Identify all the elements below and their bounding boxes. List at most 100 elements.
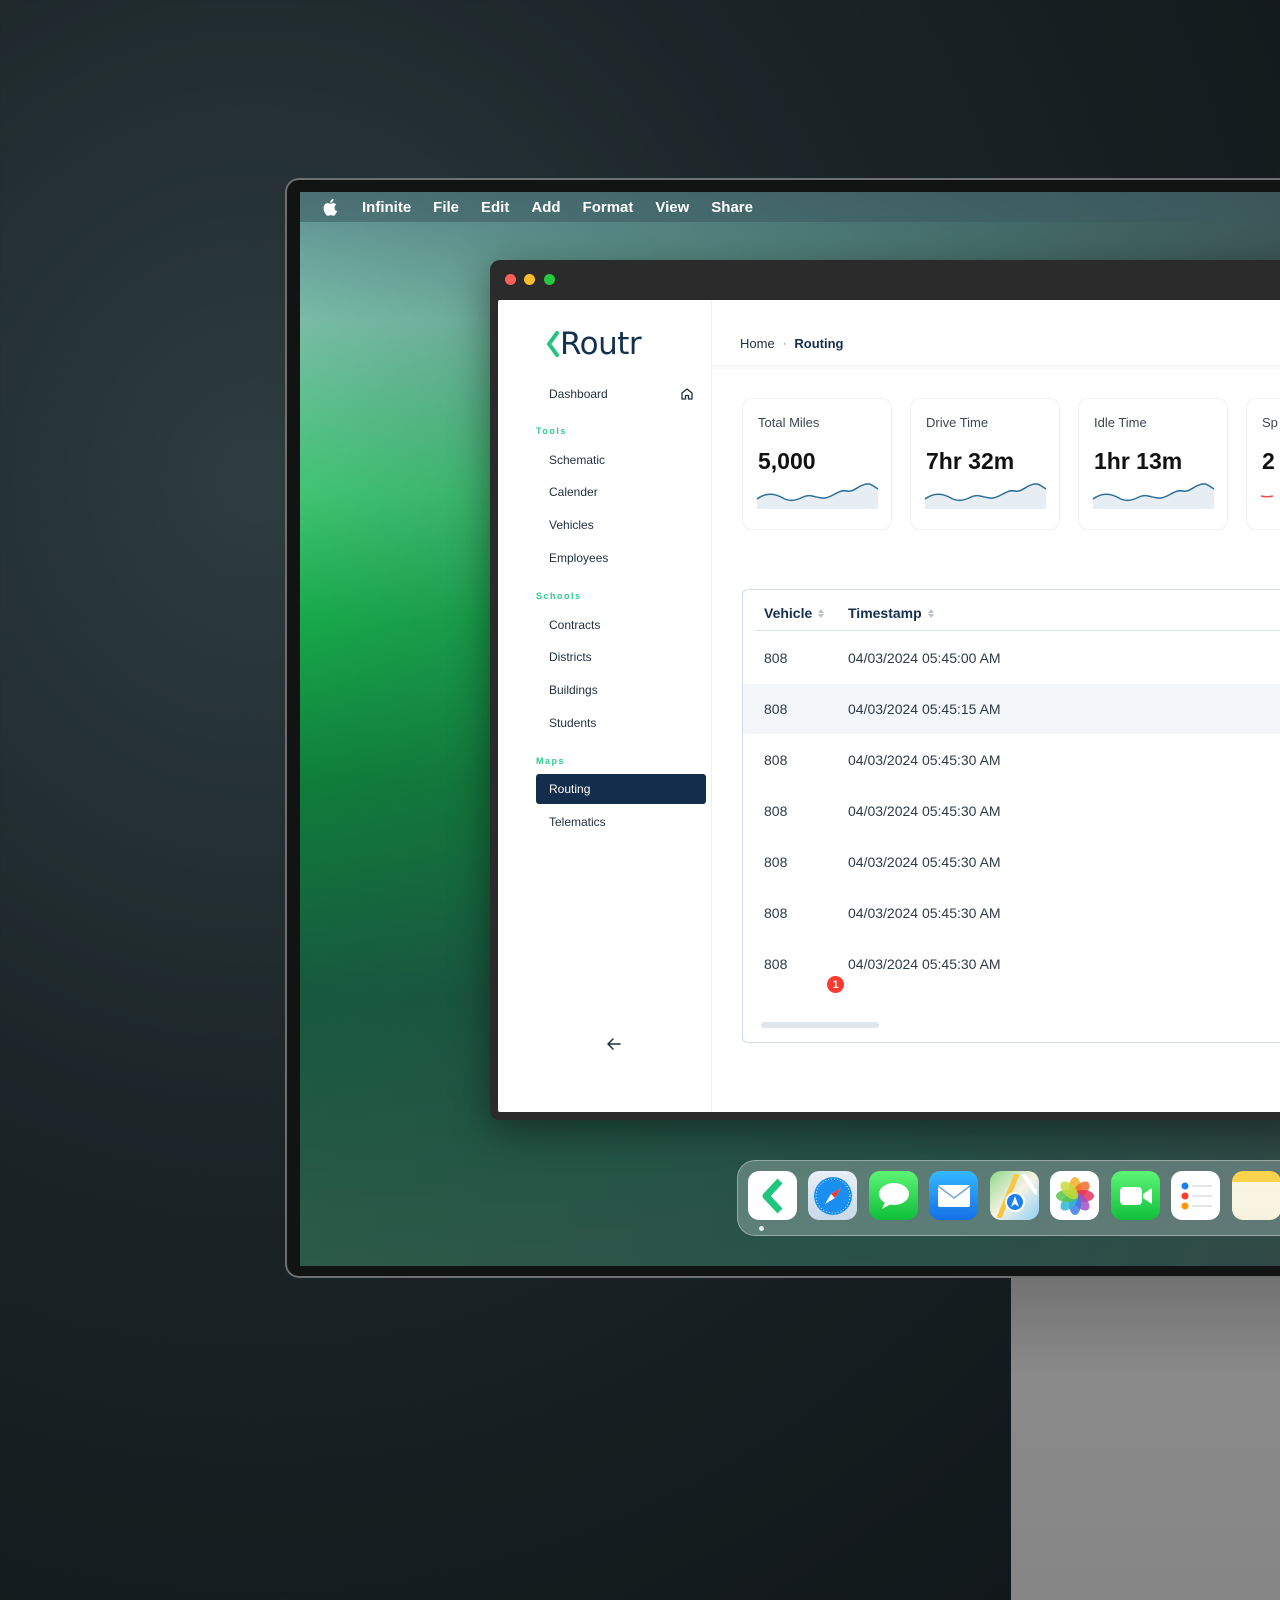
- telemetry-table: Vehicle Timestamp 808 04/03/2024 05:45:00…: [742, 589, 1280, 1043]
- column-header-label: Timestamp: [848, 605, 922, 621]
- table-header-divider: [755, 630, 1280, 631]
- breadcrumb-home[interactable]: Home: [740, 336, 775, 351]
- sidebar-item-routing[interactable]: Routing: [536, 774, 706, 804]
- header-divider: [712, 365, 1280, 371]
- menu-add[interactable]: Add: [531, 199, 560, 216]
- sort-icon[interactable]: [818, 608, 825, 618]
- menu-view[interactable]: View: [655, 199, 689, 216]
- cell-vehicle: 808: [764, 752, 788, 768]
- cell-vehicle: 808: [764, 956, 788, 972]
- section-maps: Maps: [536, 756, 566, 766]
- stat-card-speed[interactable]: Sp 2: [1246, 398, 1280, 530]
- cell-timestamp: 04/03/2024 05:45:30 AM: [848, 803, 1001, 819]
- monitor-stand: [1011, 1277, 1280, 1600]
- reminders-icon[interactable]: [1171, 1171, 1220, 1220]
- menu-app-name[interactable]: Infinite: [362, 199, 411, 216]
- sidebar-item-label: Students: [549, 716, 597, 730]
- sidebar-item-label: Contracts: [549, 618, 601, 632]
- table-row[interactable]: 808 04/03/2024 05:45:30 AM: [743, 939, 1280, 989]
- sidebar-item-label: Calender: [549, 485, 598, 499]
- stat-card-idle-time[interactable]: Idle Time 1hr 13m: [1078, 398, 1228, 530]
- safari-icon[interactable]: [808, 1171, 857, 1220]
- sort-icon[interactable]: [927, 608, 934, 618]
- stat-card-label: Total Miles: [758, 415, 820, 430]
- sidebar-item-label: Dashboard: [549, 387, 608, 401]
- menu-format[interactable]: Format: [583, 199, 634, 216]
- sparkline: [1092, 483, 1215, 509]
- maps-icon[interactable]: [990, 1171, 1039, 1220]
- cell-timestamp: 04/03/2024 05:45:30 AM: [848, 905, 1001, 921]
- routr-icon[interactable]: [748, 1171, 797, 1220]
- sidebar-item-contracts[interactable]: Contracts: [536, 610, 706, 640]
- cell-timestamp: 04/03/2024 05:45:00 AM: [848, 650, 1001, 666]
- sidebar-item-buildings[interactable]: Buildings: [536, 675, 706, 705]
- stat-card-total-miles[interactable]: Total Miles 5,000: [742, 398, 892, 530]
- cell-timestamp: 04/03/2024 05:45:30 AM: [848, 956, 1001, 972]
- routr-logo[interactable]: Routr: [546, 326, 642, 362]
- sidebar-item-label: Vehicles: [549, 518, 594, 532]
- facetime-icon[interactable]: [1111, 1171, 1160, 1220]
- stat-card-value: 7hr 32m: [926, 448, 1015, 474]
- cell-timestamp: 04/03/2024 05:45:15 AM: [848, 701, 1001, 717]
- menu-bar: Infinite File Edit Add Format View Share: [300, 192, 1280, 222]
- menu-share[interactable]: Share: [711, 199, 753, 216]
- messages-icon[interactable]: [869, 1171, 918, 1220]
- sidebar-item-label: Telematics: [549, 815, 606, 829]
- sparkline: [924, 483, 1047, 509]
- sidebar-item-students[interactable]: Students: [536, 708, 706, 738]
- sidebar-item-vehicles[interactable]: Vehicles: [536, 510, 706, 540]
- close-button[interactable]: [505, 274, 516, 285]
- sidebar-item-schematic[interactable]: Schematic: [536, 445, 706, 475]
- menu-file[interactable]: File: [433, 199, 459, 216]
- breadcrumb-separator: ·: [782, 337, 787, 350]
- cell-vehicle: 808: [764, 854, 788, 870]
- sidebar-item-label: Employees: [549, 551, 609, 565]
- column-header-label: Vehicle: [764, 605, 813, 621]
- cell-timestamp: 04/03/2024 05:45:30 AM: [848, 752, 1001, 768]
- notes-icon[interactable]: [1232, 1171, 1280, 1220]
- stat-card-value: 5,000: [758, 448, 816, 474]
- column-header-vehicle[interactable]: Vehicle: [764, 605, 825, 621]
- mail-icon[interactable]: [929, 1171, 978, 1220]
- zoom-button[interactable]: [544, 274, 555, 285]
- table-row[interactable]: 808 04/03/2024 05:45:30 AM: [743, 735, 1280, 785]
- stat-card-label: Drive Time: [926, 415, 989, 430]
- collapse-sidebar-button[interactable]: [606, 1037, 622, 1056]
- sidebar-item-employees[interactable]: Employees: [536, 543, 706, 573]
- home-icon: [681, 388, 693, 400]
- arrow-left-icon: [607, 1038, 621, 1050]
- logo-chevron-icon: [547, 331, 559, 357]
- table-row[interactable]: 808 04/03/2024 05:45:15 AM: [743, 684, 1280, 734]
- breadcrumb: Home · Routing: [740, 336, 843, 351]
- sidebar-item-calender[interactable]: Calender: [536, 477, 706, 507]
- sidebar-item-districts[interactable]: Districts: [536, 642, 706, 672]
- horizontal-scrollbar[interactable]: [761, 1022, 879, 1028]
- photos-icon[interactable]: [1050, 1171, 1099, 1220]
- stat-card-value: 1hr 13m: [1094, 448, 1183, 474]
- table-row[interactable]: 808 04/03/2024 05:45:00 AM: [743, 633, 1280, 683]
- stat-card-label: Idle Time: [1094, 415, 1147, 430]
- cell-vehicle: 808: [764, 905, 788, 921]
- table-row[interactable]: 808 04/03/2024 05:45:30 AM: [743, 837, 1280, 887]
- logo-text: Routr: [560, 326, 642, 362]
- column-header-timestamp[interactable]: Timestamp: [848, 605, 934, 621]
- menu-edit[interactable]: Edit: [481, 199, 509, 216]
- sidebar-item-label: Buildings: [549, 683, 598, 697]
- apple-icon[interactable]: [322, 198, 340, 216]
- sidebar-item-label: Districts: [549, 650, 592, 664]
- sparkline: [756, 483, 879, 509]
- sparkline: [1260, 495, 1274, 498]
- cell-vehicle: 808: [764, 650, 788, 666]
- stat-card-drive-time[interactable]: Drive Time 7hr 32m: [910, 398, 1060, 530]
- sidebar-item-telematics[interactable]: Telematics: [536, 807, 706, 837]
- notification-badge: 1: [826, 975, 845, 994]
- table-row[interactable]: 808 04/03/2024 05:45:30 AM: [743, 786, 1280, 836]
- cell-vehicle: 808: [764, 803, 788, 819]
- main-content: Home · Routing Total Miles 5,000 Drive T…: [712, 300, 1280, 1112]
- section-schools: Schools: [536, 591, 582, 601]
- sidebar-item-label: Routing: [549, 782, 591, 796]
- table-row[interactable]: 808 04/03/2024 05:45:30 AM: [743, 888, 1280, 938]
- sidebar-item-dashboard[interactable]: Dashboard: [536, 379, 706, 409]
- desktop-screen: Infinite File Edit Add Format View Share…: [300, 192, 1280, 1266]
- minimize-button[interactable]: [524, 274, 535, 285]
